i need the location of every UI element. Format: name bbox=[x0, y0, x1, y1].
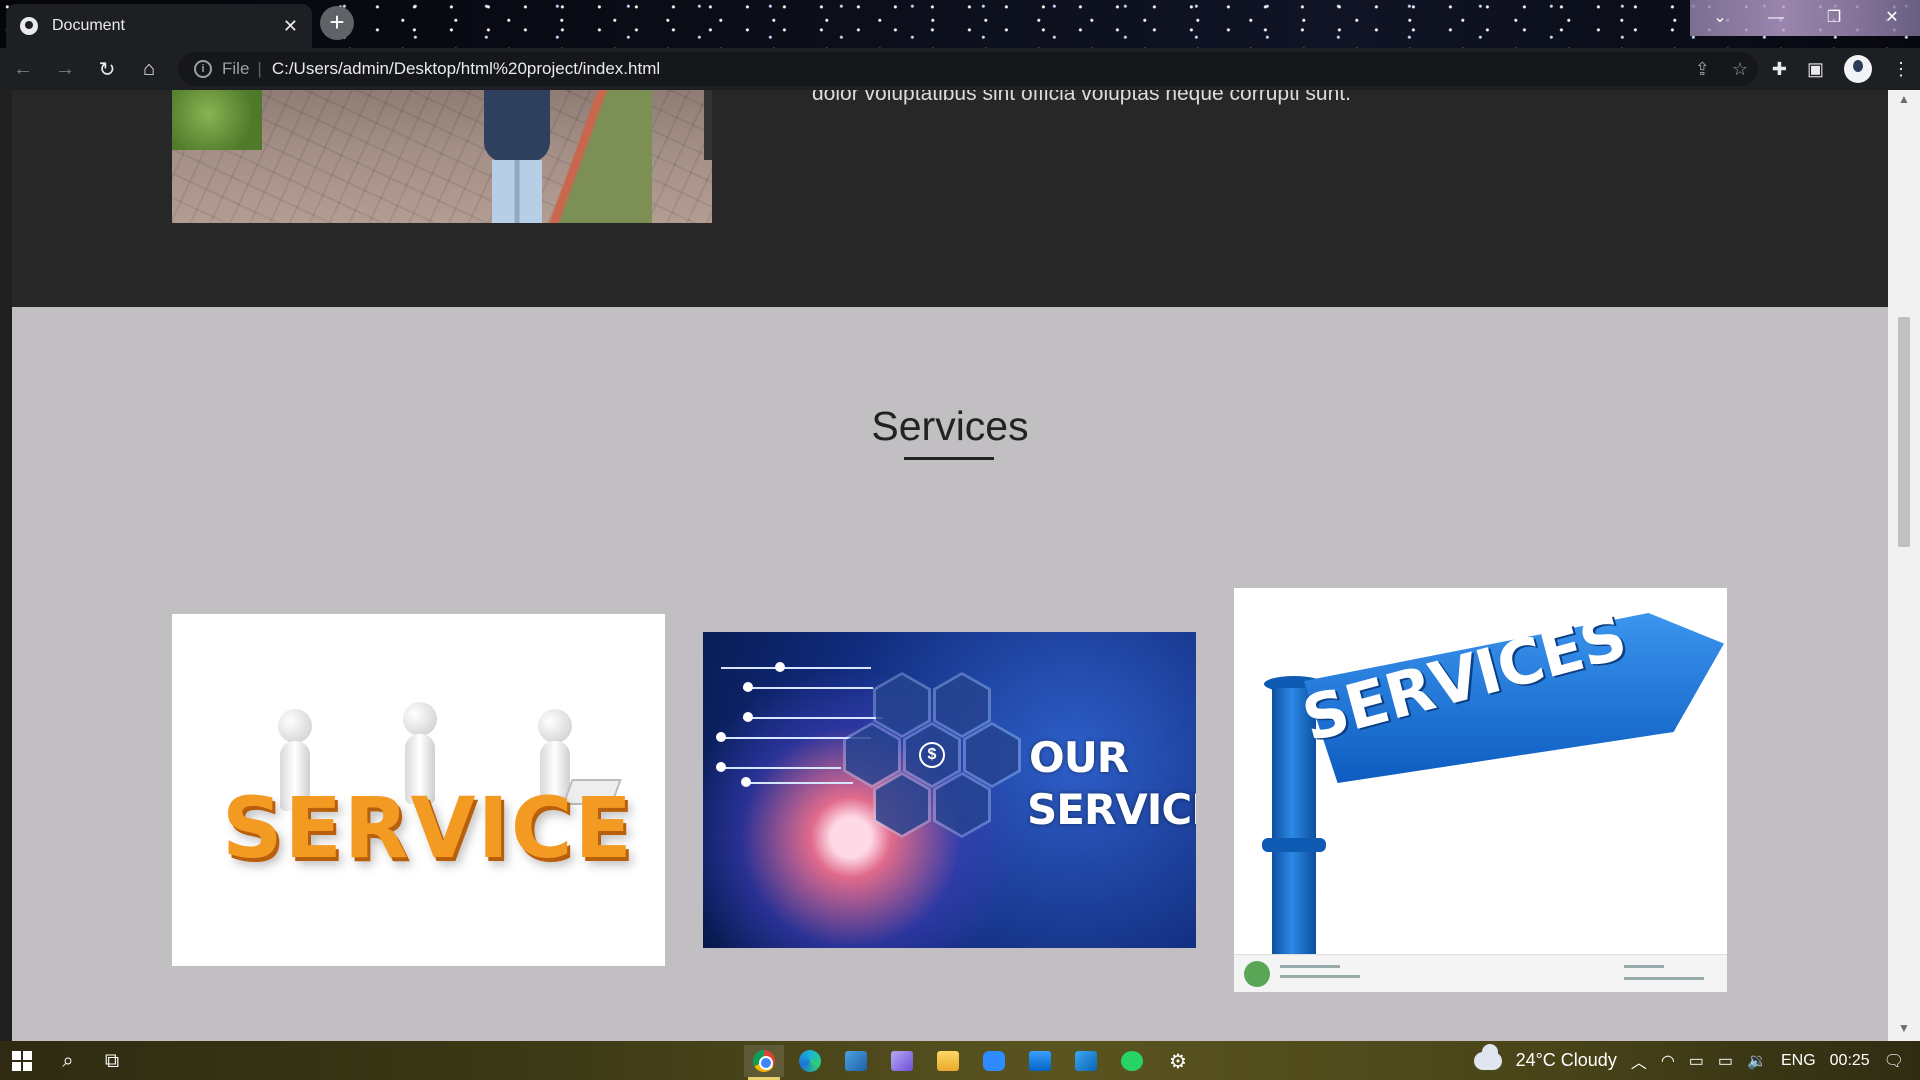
volume-icon[interactable]: 🔉 bbox=[1747, 1051, 1767, 1071]
tab-title: Document bbox=[52, 17, 125, 34]
circuit-dot bbox=[716, 762, 726, 772]
footer-line bbox=[1624, 965, 1664, 968]
restore-button[interactable]: ❐ bbox=[1806, 0, 1862, 36]
stock-logo-icon bbox=[1244, 961, 1270, 987]
address-bar[interactable]: i File | C:/Users/admin/Desktop/html%20p… bbox=[178, 52, 1758, 86]
star-icon[interactable]: ☆ bbox=[1732, 59, 1748, 80]
feather-app-icon[interactable] bbox=[882, 1045, 922, 1077]
footer-line bbox=[1280, 975, 1360, 978]
edge-icon[interactable] bbox=[790, 1045, 830, 1077]
scrollbar-thumb[interactable] bbox=[1898, 317, 1910, 547]
browser-tab[interactable]: Document ✕ bbox=[6, 4, 312, 48]
home-icon[interactable]: ⌂ bbox=[130, 50, 168, 88]
wifi-icon[interactable]: ◠ bbox=[1661, 1051, 1675, 1071]
address-separator: | bbox=[257, 59, 262, 78]
services-heading: Services bbox=[871, 403, 1029, 449]
circuit-line bbox=[743, 717, 883, 719]
reload-icon[interactable]: ↻ bbox=[88, 50, 126, 88]
circuit-dot bbox=[743, 682, 753, 692]
browser-tab-strip: Document ✕ + ⌄ — ❐ ✕ bbox=[0, 0, 1920, 48]
start-button[interactable] bbox=[2, 1045, 42, 1077]
device-icon[interactable]: ▭ bbox=[1689, 1051, 1704, 1071]
service-card-2: $ OUR SERVICES bbox=[703, 632, 1196, 948]
windows-taskbar: ⌕ ⧉ ⚙ 24°C Cloudy ︿ ◠ ▭ ▭ 🔉 ENG 00:25 🗨 bbox=[0, 1041, 1920, 1080]
globe-icon bbox=[20, 17, 38, 35]
footer-line bbox=[1624, 977, 1704, 980]
info-icon[interactable]: i bbox=[194, 60, 212, 78]
about-text: dolor voluptatibus sint officia voluptas… bbox=[812, 90, 1351, 105]
new-tab-button[interactable]: + bbox=[320, 6, 354, 40]
mail-icon[interactable] bbox=[1020, 1045, 1060, 1077]
settings-gear-icon[interactable]: ⚙ bbox=[1158, 1045, 1198, 1077]
browser-toolbar: ← → ↻ ⌂ i File | C:/Users/admin/Desktop/… bbox=[0, 48, 1920, 90]
app-icon[interactable] bbox=[836, 1045, 876, 1077]
tab-search-icon[interactable]: ⌄ bbox=[1692, 0, 1748, 36]
service-card-3: SERVICES bbox=[1234, 588, 1727, 992]
services-section: Services SERVICE $ OUR SERVIC SERVICES bbox=[12, 307, 1888, 1041]
photo-person-vest bbox=[484, 90, 550, 162]
signpost-bracket bbox=[1262, 838, 1326, 852]
chevron-up-icon[interactable]: ︿ bbox=[1631, 1049, 1647, 1073]
circuit-line bbox=[721, 767, 841, 769]
battery-icon[interactable]: ▭ bbox=[1718, 1051, 1733, 1071]
tab-close-icon[interactable]: ✕ bbox=[283, 16, 298, 37]
about-section: dolor voluptatibus sint officia voluptas… bbox=[12, 90, 1888, 307]
scroll-down-arrow-icon[interactable]: ▼ bbox=[1888, 1021, 1920, 1039]
whatsapp-icon[interactable] bbox=[1112, 1045, 1152, 1077]
vscode-icon[interactable] bbox=[1066, 1045, 1106, 1077]
windows-logo-icon bbox=[12, 1051, 32, 1071]
photo-post bbox=[704, 90, 712, 160]
scheme-label: File bbox=[222, 59, 250, 78]
our-label: OUR bbox=[1029, 733, 1129, 782]
footer-line bbox=[1280, 965, 1340, 968]
weather-text[interactable]: 24°C Cloudy bbox=[1516, 1050, 1617, 1071]
circuit-line bbox=[743, 782, 853, 784]
photo-lawn bbox=[172, 90, 262, 150]
heading-underline bbox=[904, 457, 994, 460]
circuit-dot bbox=[741, 777, 751, 787]
our-services-text: OUR SERVICES bbox=[1027, 732, 1196, 836]
notification-icon[interactable]: 🗨 bbox=[1884, 1051, 1904, 1071]
circuit-dot bbox=[743, 712, 753, 722]
share-icon[interactable]: ⇪ bbox=[1695, 59, 1710, 80]
service-word: SERVICE bbox=[222, 779, 634, 877]
close-window-button[interactable]: ✕ bbox=[1864, 0, 1920, 36]
stock-watermark-footer bbox=[1234, 954, 1727, 992]
zoom-icon[interactable] bbox=[974, 1045, 1014, 1077]
circuit-line bbox=[721, 667, 871, 669]
scroll-up-arrow-icon[interactable]: ▲ bbox=[1888, 92, 1920, 110]
back-arrow-icon[interactable]: ← bbox=[4, 50, 42, 88]
vertical-scrollbar[interactable]: ▲ ▼ bbox=[1888, 90, 1920, 1041]
circuit-dot bbox=[716, 732, 726, 742]
url-text[interactable]: C:/Users/admin/Desktop/html%20project/in… bbox=[272, 59, 660, 79]
services-label: SERVICES bbox=[1027, 785, 1196, 834]
about-photo bbox=[172, 90, 712, 223]
dollar-icon: $ bbox=[919, 742, 945, 768]
system-tray: 24°C Cloudy ︿ ◠ ▭ ▭ 🔉 ENG 00:25 🗨 bbox=[1473, 1041, 1920, 1080]
clock[interactable]: 00:25 bbox=[1830, 1052, 1870, 1070]
extensions-icon[interactable]: ✚ bbox=[1772, 59, 1787, 80]
circuit-dot bbox=[775, 662, 785, 672]
chrome-icon[interactable] bbox=[744, 1045, 784, 1080]
page-left-edge bbox=[0, 90, 12, 1041]
photo-person bbox=[472, 90, 562, 223]
service-card-1: SERVICE bbox=[172, 614, 665, 966]
menu-icon[interactable]: ⋮ bbox=[1892, 59, 1910, 80]
page-viewport: dolor voluptatibus sint officia voluptas… bbox=[0, 90, 1920, 1041]
minimize-button[interactable]: — bbox=[1748, 0, 1804, 36]
search-icon[interactable]: ⌕ bbox=[48, 1045, 88, 1077]
photo-person-legs bbox=[492, 160, 542, 223]
profile-icon[interactable] bbox=[1844, 55, 1872, 83]
sidebar-icon[interactable]: ▣ bbox=[1807, 59, 1824, 80]
language-indicator[interactable]: ENG bbox=[1781, 1052, 1816, 1070]
file-explorer-icon[interactable] bbox=[928, 1045, 968, 1077]
task-view-icon[interactable]: ⧉ bbox=[92, 1045, 132, 1077]
cloudy-weather-icon[interactable] bbox=[1473, 1043, 1502, 1070]
forward-arrow-icon[interactable]: → bbox=[46, 50, 84, 88]
circuit-line bbox=[743, 687, 873, 689]
